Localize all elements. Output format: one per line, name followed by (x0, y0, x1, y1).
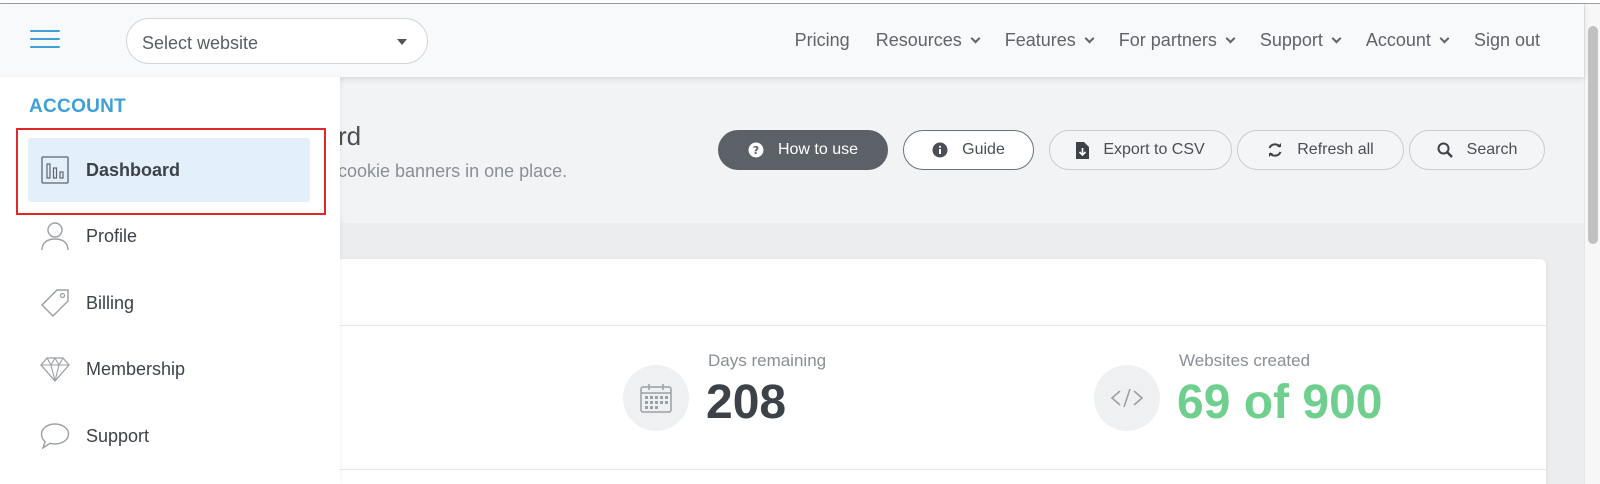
card-divider (300, 325, 1546, 326)
sidebar-item-billing[interactable]: Billing (28, 271, 310, 335)
sidebar-item-label: Billing (86, 292, 135, 313)
how-to-use-button[interactable]: ? How to use (718, 130, 888, 170)
days-remaining-value: 208 (706, 376, 787, 429)
sidebar-item-membership[interactable]: Membership (28, 337, 310, 401)
nav-label: For partners (1118, 30, 1217, 50)
button-label: Search (1466, 141, 1518, 158)
card-divider (300, 469, 1546, 470)
nav-for-partners[interactable]: For partners (1118, 30, 1236, 51)
chevron-down-icon (1084, 33, 1095, 44)
page-scrollbar[interactable] (1584, 4, 1600, 484)
tag-icon (40, 288, 70, 318)
nav-sign-out[interactable]: Sign out (1474, 30, 1540, 51)
stats-card: Days remaining 208 Websites created 69 o… (300, 259, 1546, 484)
top-header: Select website Pricing Resources Feature… (0, 4, 1584, 77)
scrollbar-thumb[interactable] (1588, 26, 1598, 244)
nav-resources[interactable]: Resources (875, 30, 981, 51)
chevron-down-icon (1225, 33, 1236, 44)
search-icon (1437, 142, 1453, 158)
question-circle-icon: ? (748, 142, 764, 158)
account-sidebar: ACCOUNT Dashboard Profile Billing Member… (0, 77, 340, 484)
menu-icon[interactable] (30, 30, 60, 50)
nav-support[interactable]: Support (1259, 30, 1342, 51)
website-select-value: Select website (142, 33, 259, 53)
button-label: Export to CSV (1103, 141, 1205, 158)
chevron-down-icon (1331, 33, 1342, 44)
refresh-all-button[interactable]: Refresh all (1237, 130, 1404, 170)
diamond-icon (40, 356, 70, 382)
nav-label: Account (1365, 30, 1431, 50)
bar-chart-icon (40, 156, 70, 184)
days-remaining-label: Days remaining (708, 351, 827, 370)
websites-created-value: 69 of 900 (1177, 376, 1383, 429)
page-title: rd (338, 121, 362, 151)
button-label: Refresh all (1297, 141, 1374, 158)
nav-label: Support (1259, 30, 1323, 50)
sidebar-item-label: Membership (86, 358, 186, 379)
chat-bubble-icon (40, 422, 70, 450)
user-icon (40, 221, 70, 251)
guide-button[interactable]: Guide (903, 130, 1034, 170)
refresh-icon (1267, 142, 1283, 158)
nav-label: Resources (875, 30, 962, 50)
sidebar-item-profile[interactable]: Profile (28, 204, 310, 268)
search-button[interactable]: Search (1409, 130, 1545, 170)
main-nav: Pricing Resources Features For partners … (769, 30, 1540, 51)
sidebar-item-dashboard[interactable]: Dashboard (28, 138, 310, 202)
sidebar-item-label: Profile (86, 225, 138, 246)
export-csv-button[interactable]: Export to CSV (1049, 130, 1232, 170)
svg-text:?: ? (753, 144, 759, 157)
calendar-icon (623, 365, 689, 431)
sidebar-heading: ACCOUNT (29, 96, 127, 117)
button-label: Guide (962, 141, 1005, 158)
websites-created-label: Websites created (1179, 351, 1311, 370)
nav-account[interactable]: Account (1365, 30, 1450, 51)
sidebar-item-support[interactable]: Support (28, 404, 310, 468)
nav-pricing[interactable]: Pricing (795, 30, 850, 51)
caret-down-icon (397, 39, 407, 45)
file-download-icon (1076, 141, 1090, 159)
page-subtitle: cookie banners in one place. (338, 161, 568, 181)
nav-label: Features (1004, 30, 1076, 50)
nav-label: Pricing (794, 30, 850, 50)
info-circle-icon (932, 142, 948, 158)
nav-features[interactable]: Features (1004, 30, 1095, 51)
chevron-down-icon (1439, 33, 1450, 44)
sidebar-item-label: Support (86, 425, 150, 446)
website-select[interactable]: Select website (126, 18, 428, 64)
nav-label: Sign out (1473, 30, 1540, 50)
code-icon (1094, 365, 1160, 431)
button-label: How to use (777, 141, 859, 158)
chevron-down-icon (970, 33, 981, 44)
sidebar-item-label: Dashboard (86, 159, 181, 180)
